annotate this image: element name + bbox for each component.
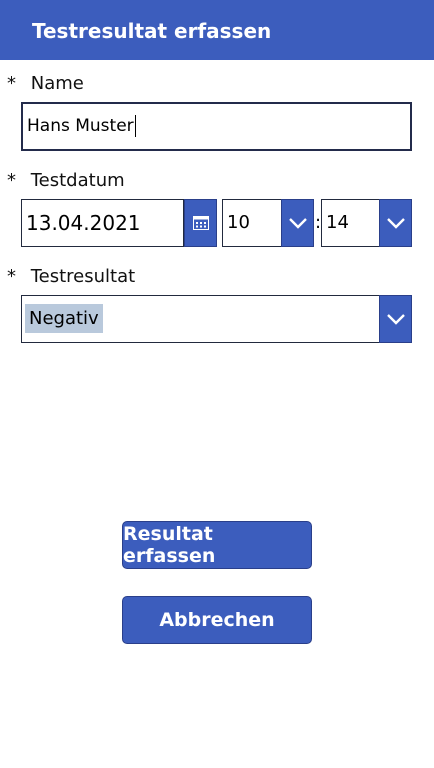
date-input[interactable]: 13.04.2021 bbox=[21, 199, 184, 247]
date-label: Testdatum bbox=[30, 170, 125, 191]
name-value: Hans Muster bbox=[27, 116, 134, 136]
minute-select[interactable]: 14 bbox=[321, 199, 381, 247]
date-value: 13.04.2021 bbox=[26, 211, 141, 235]
calendar-button[interactable] bbox=[184, 199, 217, 247]
date-label-row: * Testdatum bbox=[7, 170, 125, 191]
result-select[interactable]: Negativ bbox=[21, 295, 381, 343]
submit-result-label: Resultat erfassen bbox=[123, 523, 216, 567]
submit-result-button[interactable]: Resultat erfassen bbox=[122, 521, 312, 569]
chevron-down-icon bbox=[386, 218, 405, 229]
hour-dropdown-button[interactable] bbox=[281, 199, 314, 247]
hour-select[interactable]: 10 bbox=[222, 199, 282, 247]
chevron-down-icon bbox=[386, 314, 405, 325]
required-marker: * bbox=[7, 266, 16, 287]
cancel-label: Abbrechen bbox=[159, 609, 275, 631]
result-label-row: * Testresultat bbox=[7, 266, 135, 287]
result-dropdown-button[interactable] bbox=[379, 295, 412, 343]
name-label-row: * Name bbox=[7, 73, 84, 94]
hour-value: 10 bbox=[227, 212, 250, 233]
required-marker: * bbox=[7, 73, 16, 94]
app-header: Testresultat erfassen bbox=[0, 0, 434, 60]
cancel-button[interactable]: Abbrechen bbox=[122, 596, 312, 644]
page-title: Testresultat erfassen bbox=[32, 19, 272, 43]
minute-value: 14 bbox=[326, 212, 349, 233]
name-input[interactable]: Hans Muster bbox=[21, 102, 412, 151]
name-label: Name bbox=[30, 73, 84, 94]
calendar-icon bbox=[192, 216, 209, 230]
text-cursor bbox=[134, 115, 136, 137]
minute-dropdown-button[interactable] bbox=[379, 199, 412, 247]
result-value: Negativ bbox=[25, 304, 103, 333]
required-marker: * bbox=[7, 170, 16, 191]
result-label: Testresultat bbox=[30, 266, 136, 287]
chevron-down-icon bbox=[288, 218, 307, 229]
